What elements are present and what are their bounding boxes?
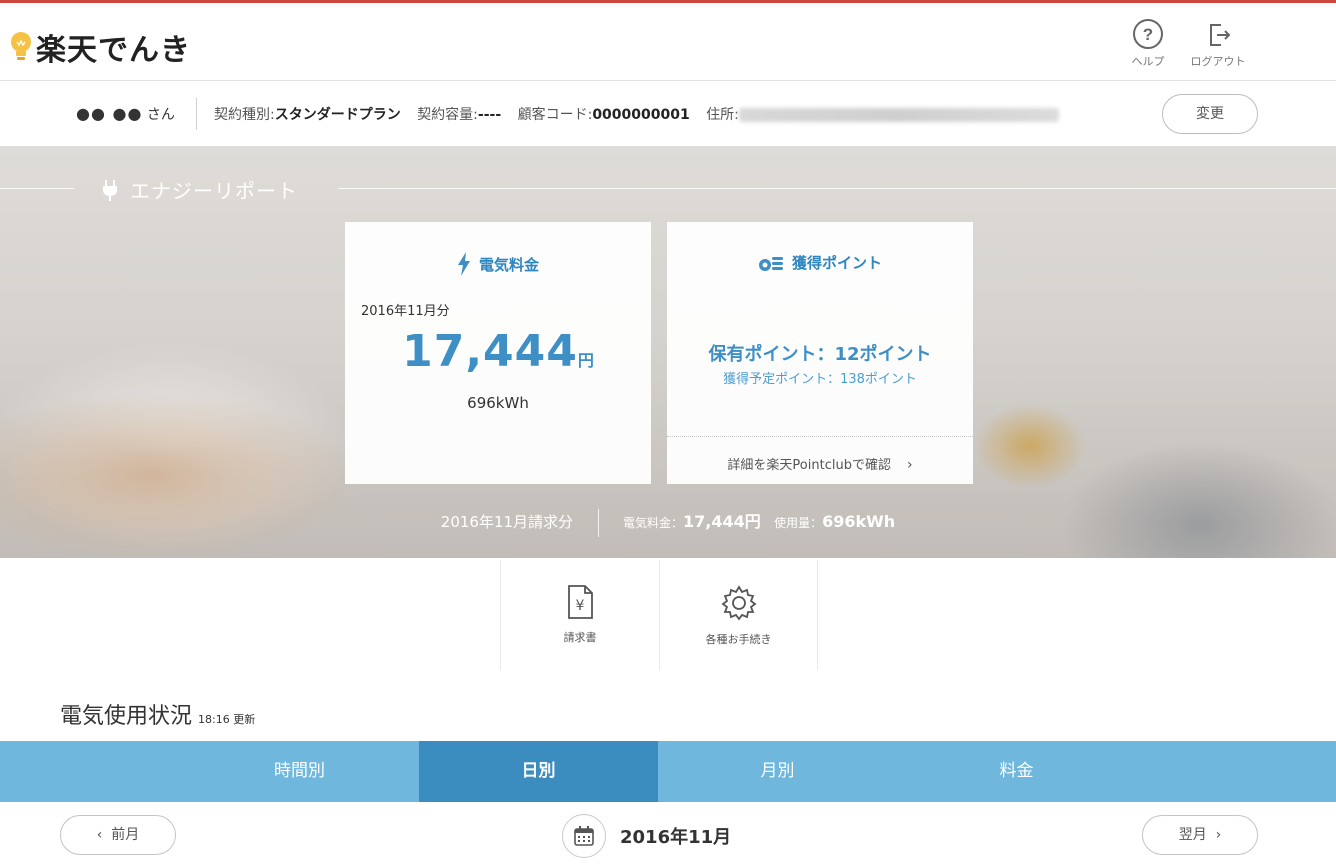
bill-amount-currency: 円 (577, 351, 594, 370)
change-button[interactable]: 変更 (1162, 94, 1258, 134)
account-name-suffix: さん (146, 107, 175, 123)
pointclub-link-label: 詳細を楽天Pointclubで確認 (727, 458, 891, 473)
invoice-icon: ¥ (568, 585, 593, 619)
hero-rule-left (0, 188, 74, 189)
prev-month-button[interactable]: ‹ 前月 (60, 815, 176, 855)
electricity-bill-card: 電気料金 2016年11月分 17,444円 696kWh (345, 222, 651, 484)
summary-fee-label: 電気料金： (622, 516, 683, 530)
coins-icon (758, 256, 783, 271)
next-month-label: 翌月 (1178, 827, 1207, 843)
held-points: 保有ポイント：12ポイント (708, 344, 932, 365)
next-month-button[interactable]: 翌月 › (1142, 815, 1258, 855)
bill-month: 2016年11月分 (361, 304, 450, 319)
logout-button[interactable]: ログアウト (1188, 17, 1248, 69)
lightning-icon (457, 252, 470, 276)
tab-monthly[interactable]: 月別 (658, 741, 897, 802)
usage-tabs: 時間別 日別 月別 料金 (0, 741, 1336, 802)
bill-amount-value: 17,444 (402, 326, 578, 377)
tab-fee[interactable]: 料金 (897, 741, 1136, 802)
invoice-button[interactable]: ¥ 請求書 (500, 560, 659, 670)
bill-usage: 696kWh (467, 394, 529, 412)
gear-icon (721, 585, 756, 621)
contract-type-value: スタンダードプラン (274, 107, 401, 123)
energy-report-title: エナジーリポート (100, 175, 298, 204)
procedures-button[interactable]: 各種お手続き (659, 560, 818, 670)
address-label: 住所: (706, 107, 739, 123)
summary-period: 2016年11月請求分 (440, 513, 574, 531)
bill-amount: 17,444円 (345, 326, 651, 377)
capacity-label: 契約容量: (417, 107, 478, 123)
summary-usage-value: 696kWh (822, 512, 896, 531)
points-card: 獲得ポイント 保有ポイント：12ポイント 獲得予定ポイント：138ポイント 詳細… (667, 222, 973, 484)
chevron-right-icon: › (906, 457, 913, 473)
current-month: 2016年11月 (620, 827, 732, 848)
usage-section-title: 電気使用状況 18:16 更新 (60, 698, 255, 730)
tab-spacer-left (0, 741, 180, 802)
prev-month-label: 前月 (111, 827, 140, 843)
customer-code-value: 0000000001 (592, 107, 690, 123)
points-card-header: 獲得ポイント (667, 252, 973, 273)
billing-summary: 2016年11月請求分 電気料金：17,444円 使用量：696kWh (0, 508, 1336, 537)
logo[interactable]: 楽天でんき (8, 25, 191, 69)
logo-text: 楽天でんき (36, 33, 191, 68)
planned-points: 獲得予定ポイント：138ポイント (723, 372, 917, 387)
tab-daily[interactable]: 日別 (419, 741, 658, 802)
summary-divider (597, 509, 599, 537)
procedures-label: 各種お手続き (705, 633, 772, 646)
account-name: ●● ●● さん (76, 104, 175, 124)
customer-code-label: 顧客コード: (517, 107, 593, 123)
contract-type-label: 契約種別: (214, 107, 275, 123)
usage-title-text: 電気使用状況 (60, 704, 193, 729)
help-icon: ? (1133, 19, 1163, 49)
plug-icon (103, 179, 117, 201)
points-card-title: 獲得ポイント (791, 254, 882, 272)
hero-rule-right (338, 188, 1336, 189)
summary-usage-label: 使用量： (774, 516, 823, 530)
invoice-label: 請求書 (563, 631, 597, 644)
month-selector: 2016年11月 (562, 814, 731, 858)
energy-report-label: エナジーリポート (130, 179, 298, 203)
help-button[interactable]: ? ヘルプ (1118, 17, 1178, 69)
chevron-left-icon: ‹ (96, 827, 103, 843)
calendar-button[interactable] (562, 814, 606, 858)
chevron-right-icon: › (1215, 827, 1222, 843)
bill-card-title: 電気料金 (478, 255, 539, 274)
tab-hourly[interactable]: 時間別 (180, 741, 419, 802)
calendar-icon (574, 826, 594, 846)
address-value-blurred (738, 108, 1059, 122)
lightbulb-icon (11, 32, 31, 60)
help-label: ヘルプ (1131, 55, 1165, 68)
logout-label: ログアウト (1190, 55, 1246, 68)
summary-fee-value: 17,444円 (682, 512, 761, 531)
pointclub-link[interactable]: 詳細を楽天Pointclubで確認 › (667, 454, 973, 473)
bill-card-header: 電気料金 (345, 252, 651, 276)
account-bar: ●● ●● さん 契約種別:スタンダードプラン 契約容量:---- 顧客コード:… (0, 82, 1336, 146)
quick-menu: ¥ 請求書 各種お手続き (500, 560, 818, 670)
usage-updated-time: 18:16 更新 (198, 713, 256, 726)
account-name-value: ●● ●● (76, 104, 143, 123)
svg-text:?: ? (1143, 25, 1153, 44)
account-divider (196, 98, 197, 130)
logout-icon (1210, 24, 1231, 46)
points-divider (667, 436, 973, 437)
energy-report-hero: エナジーリポート 電気料金 2016年11月分 17,444円 696kWh 獲… (0, 146, 1336, 558)
app-header: 楽天でんき ? ヘルプ ログアウト (0, 3, 1336, 81)
contract-info: 契約種別:スタンダードプラン 契約容量:---- 顧客コード:000000000… (214, 104, 1059, 124)
svg-text:¥: ¥ (576, 598, 585, 614)
capacity-value: ---- (477, 107, 502, 123)
